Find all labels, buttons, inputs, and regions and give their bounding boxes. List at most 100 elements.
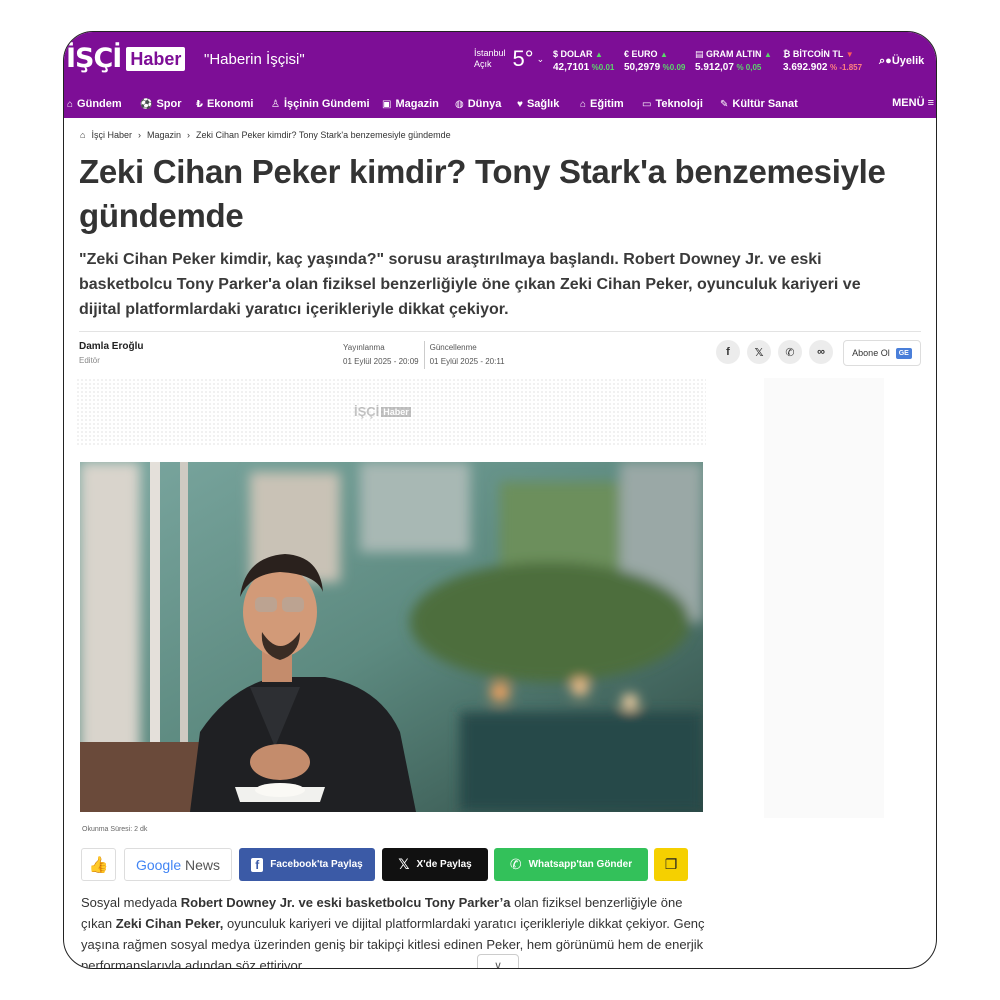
- ad-logo-sub: Haber: [381, 406, 411, 417]
- whatsapp-share-button[interactable]: ✆ Whatsapp'tan Gönder: [494, 848, 648, 881]
- trend-down-icon: ▼: [845, 50, 854, 59]
- logo-main: İŞÇİ: [66, 43, 122, 74]
- rate-label: GRAM ALTIN: [706, 49, 762, 59]
- user-icon: ●: [885, 55, 892, 67]
- updated-label: Güncellenme: [429, 343, 477, 352]
- trend-up-icon: ▲: [595, 50, 603, 59]
- nav-label: Teknoloji: [655, 98, 703, 110]
- news-word: News: [185, 856, 221, 873]
- home-icon: ⌂: [80, 130, 86, 140]
- copy-link-button[interactable]: ❐: [654, 848, 688, 881]
- ad-logo-main: İŞÇİ: [354, 404, 380, 419]
- breadcrumb-category[interactable]: Magazin: [147, 130, 181, 140]
- whatsapp-share-label: Whatsapp'tan Gönder: [528, 859, 633, 870]
- weather-condition: Açık: [474, 59, 492, 69]
- graduation-icon: ⌂: [580, 98, 587, 110]
- facebook-share-button[interactable]: f Facebook'ta Paylaş: [239, 848, 375, 881]
- rate-gold[interactable]: ▤ GRAM ALTIN ▲ 5.912,07 % 0,05: [695, 48, 772, 74]
- home-icon: ⌂: [67, 98, 74, 110]
- nav-item-saglik[interactable]: ♥ Sağlık: [517, 98, 559, 110]
- rate-euro[interactable]: € EURO ▲ 50,2979 %0.09: [624, 48, 685, 74]
- nav-label: Dünya: [467, 98, 502, 110]
- author-name: Damla Eroğlu: [79, 341, 144, 352]
- nav-item-magazin[interactable]: ▣ Magazin: [382, 98, 439, 110]
- hamburger-icon: ≡: [927, 97, 934, 109]
- nav-label: İşçinin Gündemi: [283, 98, 370, 110]
- trend-up-icon: ▲: [660, 50, 668, 59]
- nav-item-iscinin-gundemi[interactable]: ♙ İşçinin Gündemi: [271, 98, 370, 110]
- side-ad: [764, 378, 884, 818]
- globe-icon: ◍: [455, 98, 464, 110]
- menu-button[interactable]: MENÜ ≡: [892, 97, 934, 109]
- membership-link[interactable]: ⌕●Üyelik: [879, 55, 924, 68]
- thumbs-up-icon: 👍: [88, 856, 109, 874]
- rate-change: %0.01: [591, 63, 615, 72]
- rate-bitcoin[interactable]: ₿ BİTCOİN TL ▼ 3.692.902 % -1.857: [783, 48, 862, 74]
- facebook-icon: f: [251, 857, 264, 872]
- weather-city: İstanbul: [474, 48, 506, 58]
- google-news-badge: GE: [895, 347, 912, 359]
- breadcrumb-home[interactable]: İşçi Haber: [91, 130, 132, 140]
- like-button[interactable]: 👍: [81, 848, 116, 881]
- nav-item-egitim[interactable]: ⌂ Eğitim: [580, 98, 624, 110]
- rate-label: $ DOLAR: [553, 49, 593, 59]
- body-text-bold: Zeki Cihan Peker,: [115, 916, 224, 931]
- link-icon[interactable]: ∞: [809, 340, 833, 364]
- monitor-icon: ▭: [642, 98, 652, 110]
- weather-location: İstanbul Açık: [474, 48, 506, 70]
- chevron-right-icon: ›: [137, 130, 141, 140]
- rate-change: %0.09: [662, 63, 686, 72]
- nav-item-ekonomi[interactable]: ₺ Ekonomi: [196, 98, 253, 110]
- nav-label: Magazin: [395, 98, 439, 110]
- ad-banner[interactable]: İŞÇİ Haber: [76, 378, 706, 446]
- author-info[interactable]: Damla Eroğlu Editör: [79, 341, 143, 365]
- top-header: İŞÇİ Haber "Haberin İşçisi" İstanbul Açı…: [64, 32, 936, 90]
- chevron-right-icon: ›: [186, 130, 190, 140]
- facebook-icon[interactable]: f: [716, 340, 740, 364]
- google-news-button[interactable]: Google News: [124, 848, 232, 881]
- published-label: Yayınlanma: [343, 343, 385, 352]
- nav-item-spor[interactable]: ⚽ Spor: [140, 98, 182, 110]
- heart-icon: ♥: [517, 98, 523, 110]
- breadcrumb: ⌂ İşçi Haber › Magazin › Zeki Cihan Peke…: [80, 130, 451, 140]
- author-role: Editör: [79, 356, 100, 365]
- rate-label: ₿ BİTCOİN TL: [783, 49, 844, 59]
- breadcrumb-current: Zeki Cihan Peker kimdir? Tony Stark'a be…: [195, 130, 451, 140]
- nav-item-teknoloji[interactable]: ▭ Teknoloji: [642, 98, 703, 110]
- weather-temp: 5°: [512, 46, 534, 71]
- nav-item-gundem[interactable]: ⌂ Gündem: [67, 98, 122, 110]
- article-dates: Yayınlanma 01 Eylül 2025 - 20:09 Güncell…: [343, 341, 505, 369]
- facebook-share-label: Facebook'ta Paylaş: [270, 859, 363, 870]
- money-icon: ₺: [196, 98, 203, 110]
- nav-label: Kültür Sanat: [732, 98, 798, 110]
- x-share-label: X'de Paylaş: [416, 859, 472, 870]
- subscribe-button[interactable]: Abone Ol GE: [843, 340, 921, 366]
- reading-time: Okunma Süresi: 2 dk: [82, 826, 148, 833]
- chevron-down-icon: ∨: [493, 959, 503, 969]
- nav-label: Sağlık: [526, 98, 560, 110]
- nav-label: Eğitim: [590, 98, 624, 110]
- nav-item-kultur-sanat[interactable]: ✎ Kültür Sanat: [720, 98, 798, 110]
- nav-item-dunya[interactable]: ◍ Dünya: [455, 98, 501, 110]
- x-icon[interactable]: 𝕏: [747, 340, 771, 364]
- article-lead: "Zeki Cihan Peker kimdir, kaç yaşında?" …: [79, 251, 861, 318]
- logo-sub: Haber: [126, 47, 186, 71]
- magazine-icon: ▣: [382, 98, 392, 110]
- published-date: 01 Eylül 2025 - 20:09: [343, 357, 419, 366]
- soccer-icon: ⚽: [140, 98, 153, 110]
- scroll-down-button[interactable]: ∨: [477, 954, 519, 969]
- ad-logo: İŞÇİ Haber: [354, 404, 411, 419]
- whatsapp-icon[interactable]: ✆: [778, 340, 802, 364]
- menu-label: MENÜ: [892, 97, 925, 109]
- site-logo[interactable]: İŞÇİ Haber: [66, 43, 186, 74]
- nav-label: Spor: [156, 98, 182, 110]
- article-title: Zeki Cihan Peker kimdir? Tony Stark'a be…: [79, 153, 886, 234]
- x-share-button[interactable]: 𝕏 X'de Paylaş: [382, 848, 488, 881]
- rate-value: 3.692.902: [783, 62, 828, 73]
- site-slogan: "Haberin İşçisi": [204, 51, 305, 68]
- weather-widget[interactable]: İstanbul Açık 5° ⌄: [474, 48, 544, 70]
- rate-dollar[interactable]: $ DOLAR ▲ 42,7101 %0.01: [553, 48, 614, 74]
- photo-illustration: [80, 462, 703, 812]
- updated-info: Güncellenme 01 Eylül 2025 - 20:11: [423, 341, 505, 369]
- gold-icon: ▤: [695, 49, 704, 59]
